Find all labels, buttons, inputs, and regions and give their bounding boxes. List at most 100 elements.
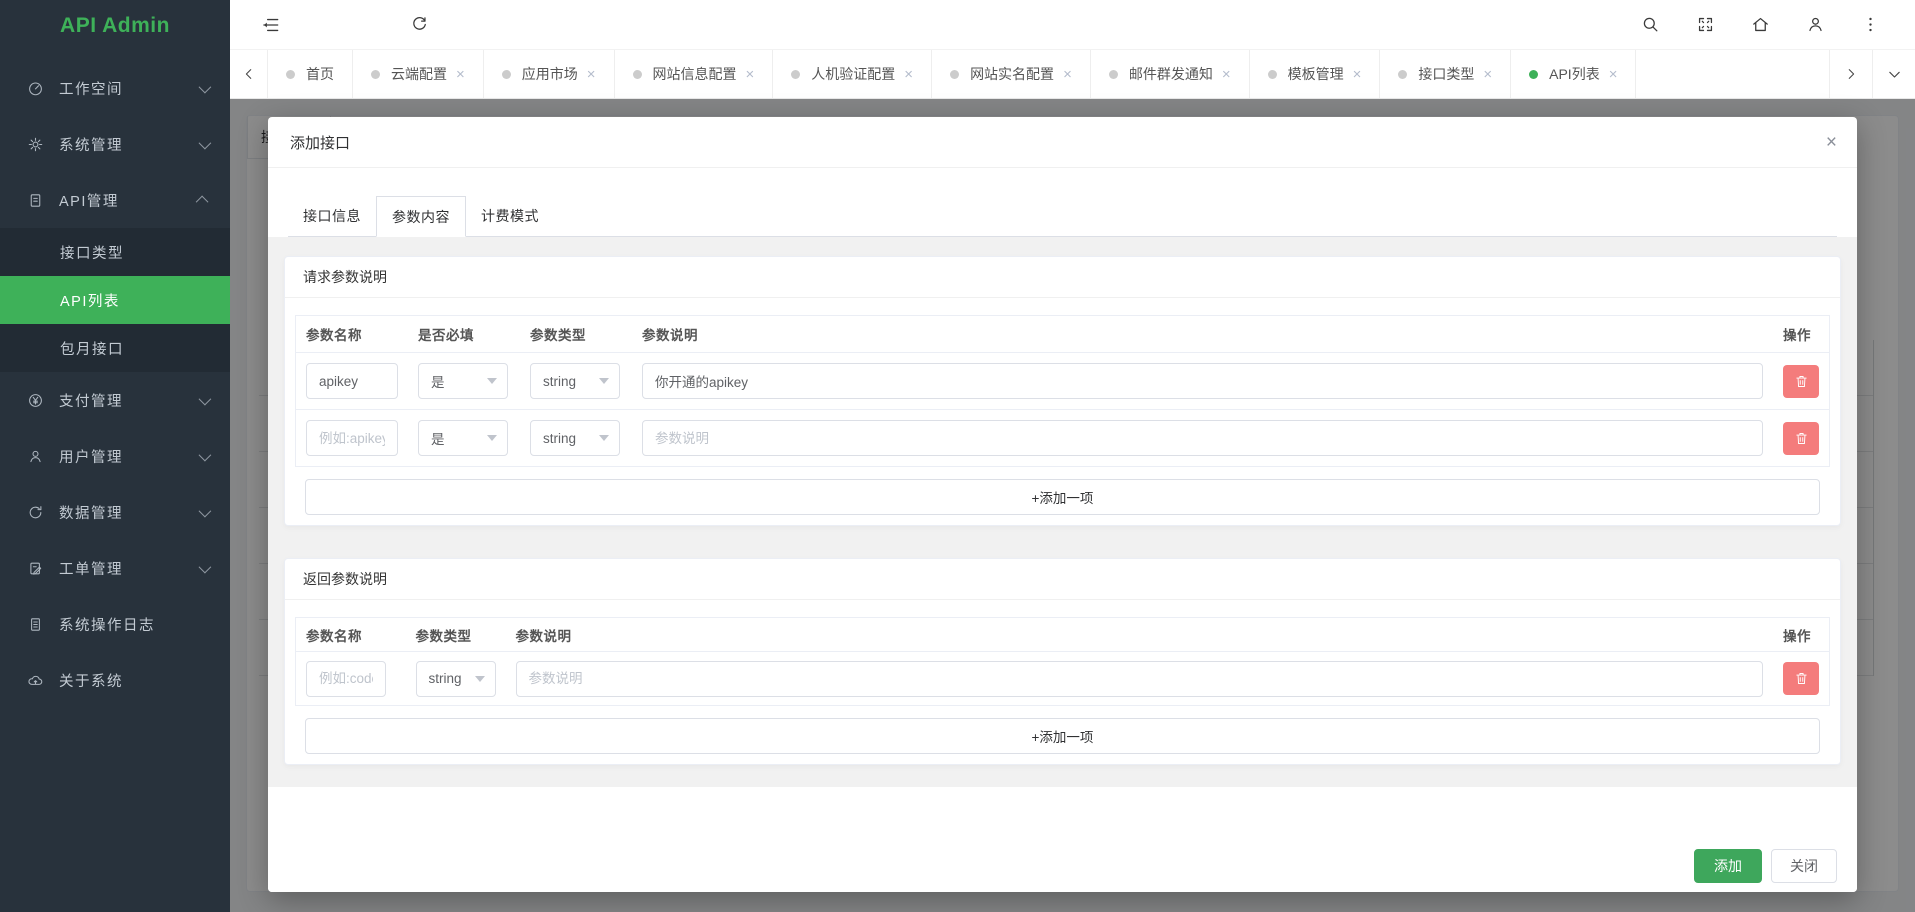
param-type-select[interactable]: string bbox=[530, 363, 620, 399]
tab-dot bbox=[950, 70, 959, 79]
caret-down-icon bbox=[599, 435, 609, 441]
sidebar-item-workspace[interactable]: 工作空间 bbox=[0, 60, 230, 116]
add-request-param-button[interactable]: +添加一项 bbox=[305, 479, 1820, 515]
close-icon[interactable]: × bbox=[587, 67, 596, 82]
refresh-icon[interactable] bbox=[408, 14, 430, 36]
param-type-select[interactable]: string bbox=[416, 661, 496, 697]
collapse-sidebar-icon[interactable] bbox=[260, 14, 282, 36]
tab-label: 首页 bbox=[306, 64, 334, 84]
tab-label: 人机验证配置 bbox=[811, 64, 895, 84]
search-icon[interactable] bbox=[1639, 14, 1661, 36]
param-name-input[interactable] bbox=[306, 661, 386, 697]
sidebar-item-system-manage[interactable]: 系统管理 bbox=[0, 116, 230, 172]
sidebar-item-api-type[interactable]: 接口类型 bbox=[0, 228, 230, 276]
select-value: string bbox=[543, 431, 576, 446]
sidebar-item-label: 包月接口 bbox=[60, 338, 124, 359]
param-desc-input[interactable] bbox=[516, 661, 1764, 697]
tab-site-info-config[interactable]: 网站信息配置 × bbox=[615, 50, 774, 98]
delete-row-button[interactable] bbox=[1783, 422, 1819, 455]
sidebar-item-label: 用户管理 bbox=[59, 446, 123, 467]
tab-template-manage[interactable]: 模板管理 × bbox=[1250, 50, 1381, 98]
tab-email-notify[interactable]: 邮件群发通知 × bbox=[1091, 50, 1250, 98]
param-desc-input[interactable] bbox=[642, 420, 1763, 456]
app-root: API Admin 工作空间 系统管理 API管理 接口类型 bbox=[0, 0, 1915, 912]
column-header-desc: 参数说明 bbox=[506, 618, 1774, 652]
dashboard-icon bbox=[26, 79, 44, 97]
close-icon[interactable]: × bbox=[1353, 67, 1362, 82]
close-button[interactable]: 关闭 bbox=[1771, 849, 1837, 883]
delete-row-button[interactable] bbox=[1783, 662, 1819, 695]
home-icon[interactable] bbox=[1749, 14, 1771, 36]
sidebar-item-api-manage[interactable]: API管理 bbox=[0, 172, 230, 228]
chevron-down-icon bbox=[199, 392, 212, 405]
close-icon[interactable]: × bbox=[456, 67, 465, 82]
chevron-down-icon bbox=[199, 136, 212, 149]
sidebar-item-workorder-manage[interactable]: 工单管理 bbox=[0, 540, 230, 596]
tab-billing-mode[interactable]: 计费模式 bbox=[466, 196, 554, 237]
card-title: 请求参数说明 bbox=[285, 257, 1840, 298]
sidebar-item-monthly-api[interactable]: 包月接口 bbox=[0, 324, 230, 372]
caret-down-icon bbox=[475, 676, 485, 682]
close-icon[interactable]: × bbox=[746, 67, 755, 82]
tab-captcha-config[interactable]: 人机验证配置 × bbox=[773, 50, 932, 98]
param-required-select[interactable]: 是 bbox=[418, 363, 508, 399]
select-value: string bbox=[429, 671, 462, 686]
chevron-up-icon bbox=[196, 195, 209, 208]
param-name-input[interactable] bbox=[306, 363, 398, 399]
sidebar-item-label: 接口类型 bbox=[60, 242, 124, 263]
param-desc-input[interactable] bbox=[642, 363, 1763, 399]
tab-api-list[interactable]: API列表 × bbox=[1511, 50, 1636, 98]
sidebar-item-data-manage[interactable]: 数据管理 bbox=[0, 484, 230, 540]
add-response-param-button[interactable]: +添加一项 bbox=[305, 718, 1820, 754]
tabbar-spacer bbox=[1636, 50, 1829, 98]
tab-home[interactable]: 首页 bbox=[268, 50, 353, 98]
delete-row-button[interactable] bbox=[1783, 365, 1819, 398]
table-header-row: 参数名称 参数类型 参数说明 操作 bbox=[296, 618, 1830, 652]
caret-down-icon bbox=[487, 435, 497, 441]
tab-param-content[interactable]: 参数内容 bbox=[376, 196, 466, 237]
column-header-required: 是否必填 bbox=[408, 316, 520, 353]
close-icon[interactable]: × bbox=[1222, 67, 1231, 82]
sidebar-item-system-log[interactable]: 系统操作日志 bbox=[0, 596, 230, 652]
tab-label: API列表 bbox=[1549, 64, 1600, 84]
topbar bbox=[230, 0, 1915, 50]
tab-dot bbox=[502, 70, 511, 79]
tabs-scroll-left-button[interactable] bbox=[230, 50, 268, 98]
tab-app-market[interactable]: 应用市场 × bbox=[484, 50, 615, 98]
sidebar-item-api-list[interactable]: API列表 bbox=[0, 276, 230, 324]
close-icon[interactable]: × bbox=[904, 67, 913, 82]
sidebar-item-pay-manage[interactable]: 支付管理 bbox=[0, 372, 230, 428]
sidebar-item-user-manage[interactable]: 用户管理 bbox=[0, 428, 230, 484]
tab-cloud-config[interactable]: 云端配置 × bbox=[353, 50, 484, 98]
sidebar: API Admin 工作空间 系统管理 API管理 接口类型 bbox=[0, 0, 230, 912]
dialog-tabs-wrap: 接口信息 参数内容 计费模式 bbox=[268, 168, 1857, 237]
user-avatar-icon[interactable] bbox=[1804, 14, 1826, 36]
submit-button[interactable]: 添加 bbox=[1694, 849, 1762, 883]
select-value: 是 bbox=[431, 371, 445, 391]
fullscreen-icon[interactable] bbox=[1694, 14, 1716, 36]
close-icon[interactable]: × bbox=[1483, 67, 1492, 82]
column-header-desc: 参数说明 bbox=[632, 316, 1773, 353]
tab-site-realname-config[interactable]: 网站实名配置 × bbox=[932, 50, 1091, 98]
tab-dot bbox=[371, 70, 380, 79]
dialog-header: 添加接口 × bbox=[268, 117, 1857, 168]
param-required-select[interactable]: 是 bbox=[418, 420, 508, 456]
tabs-dropdown-button[interactable] bbox=[1872, 50, 1915, 98]
card-body: 参数名称 参数类型 参数说明 操作 string bbox=[285, 600, 1840, 764]
param-name-input[interactable] bbox=[306, 420, 398, 456]
response-params-table: 参数名称 参数类型 参数说明 操作 string bbox=[295, 617, 1830, 706]
close-icon[interactable]: × bbox=[1063, 67, 1072, 82]
param-type-select[interactable]: string bbox=[530, 420, 620, 456]
column-header-name: 参数名称 bbox=[296, 316, 409, 353]
more-dots-icon[interactable] bbox=[1859, 14, 1881, 36]
close-icon[interactable]: × bbox=[1609, 67, 1618, 82]
dialog-close-icon[interactable]: × bbox=[1826, 133, 1837, 152]
dialog-body: 请求参数说明 参数名称 是否必填 参数类型 参数说明 操作 bbox=[268, 237, 1857, 787]
sidebar-item-label: 工单管理 bbox=[59, 558, 123, 579]
sidebar-item-label: 支付管理 bbox=[59, 390, 123, 411]
tab-label: 网站信息配置 bbox=[653, 64, 737, 84]
tabs-scroll-right-button[interactable] bbox=[1829, 50, 1872, 98]
tab-api-info[interactable]: 接口信息 bbox=[288, 196, 376, 237]
tab-api-type[interactable]: 接口类型 × bbox=[1380, 50, 1511, 98]
sidebar-item-about-system[interactable]: 关于系统 bbox=[0, 652, 230, 708]
